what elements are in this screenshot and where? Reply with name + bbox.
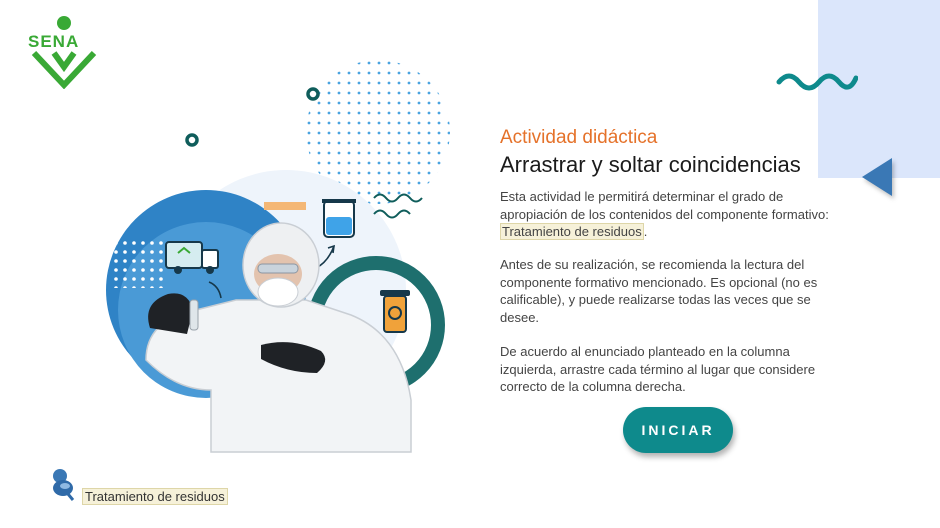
topic-tag[interactable]: Tratamiento de residuos — [82, 488, 228, 505]
activity-kicker: Actividad didáctica — [500, 127, 658, 148]
back-arrow-icon[interactable] — [862, 158, 892, 196]
biohazard-bin-icon — [380, 290, 410, 333]
page-title: Arrastrar y soltar coincidencias — [500, 152, 801, 177]
topic-highlight: Tratamiento de residuos — [500, 223, 644, 240]
hazmat-illustration — [106, 60, 450, 453]
wave-icon — [776, 73, 858, 91]
pin-icon — [53, 469, 75, 501]
beaker-icon — [322, 199, 356, 238]
intro-paragraph-3: De acuerdo al enunciado planteado en la … — [500, 344, 816, 394]
intro-paragraph-1: Esta actividad le permitirá determinar e… — [500, 188, 845, 241]
p1-text: Esta actividad le permitirá determinar e… — [500, 189, 829, 222]
p1-end: . — [643, 224, 648, 239]
intro-paragraph-2: Antes de su realización, se recomienda l… — [500, 257, 818, 325]
start-button[interactable]: INICIAR — [623, 407, 733, 453]
logo-text: SENA — [28, 32, 80, 51]
